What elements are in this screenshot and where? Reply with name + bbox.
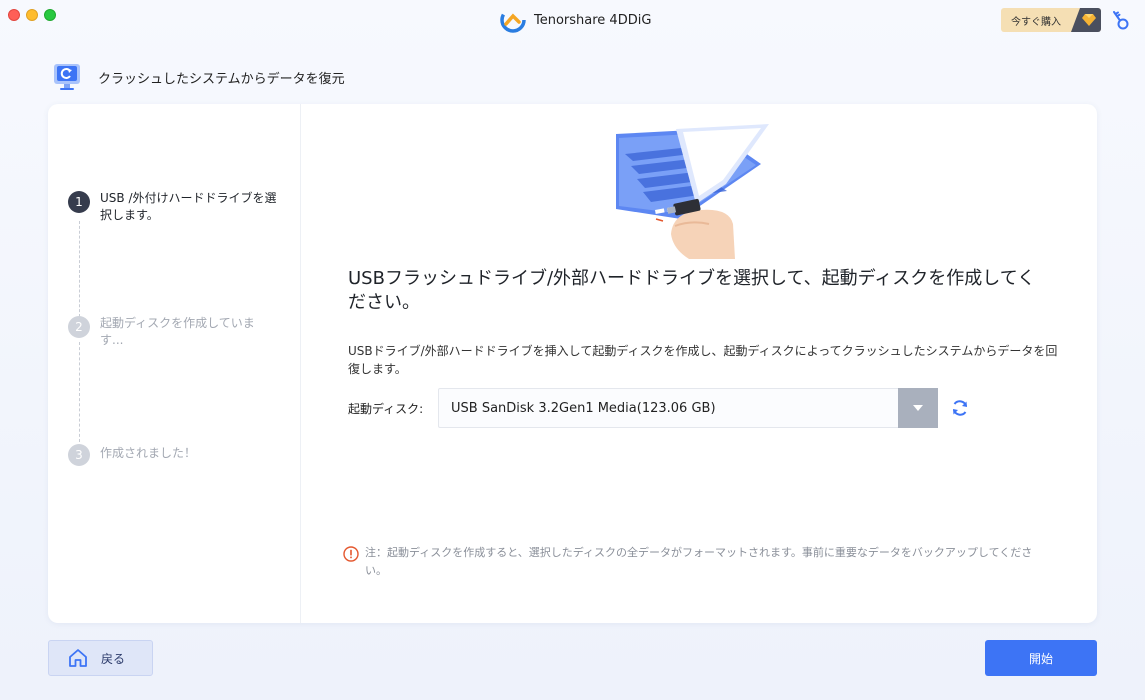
- buy-now-label: 今すぐ購入: [1011, 16, 1061, 28]
- disk-select[interactable]: USB SanDisk 3.2Gen1 Media(123.06 GB): [438, 388, 938, 428]
- warning-note-text: 注：起動ディスクを作成すると、選択したディスクの全データがフォーマットされます。…: [365, 546, 1033, 577]
- step-number: 2: [68, 316, 90, 338]
- main-content: USBフラッシュドライブ/外部ハードドライブを選択して、起動ディスクを作成してく…: [301, 104, 1097, 623]
- page-title: クラッシュしたシステムからデータを復元: [98, 71, 345, 87]
- window-maximize-button[interactable]: [44, 9, 56, 21]
- step-number: 3: [68, 444, 90, 466]
- app-title: Tenorshare 4DDiG: [500, 7, 651, 33]
- step-connector: [79, 221, 80, 317]
- step-label: 作成されました！: [100, 446, 197, 460]
- gem-icon: [1071, 8, 1101, 32]
- chevron-down-icon: [913, 405, 923, 411]
- step-1: 1 USB /外付けハードドライブを選択します。: [68, 190, 280, 224]
- start-button[interactable]: 開始: [985, 640, 1097, 676]
- window-minimize-button[interactable]: [26, 9, 38, 21]
- steps-sidebar: 1 USB /外付けハードドライブを選択します。 2 起動ディスクを作成していま…: [48, 104, 301, 623]
- app-logo-icon: [500, 7, 526, 33]
- page-header: クラッシュしたシステムからデータを復元: [52, 62, 345, 92]
- buy-now-button[interactable]: 今すぐ購入: [1001, 8, 1101, 32]
- main-card: 1 USB /外付けハードドライブを選択します。 2 起動ディスクを作成していま…: [48, 104, 1097, 623]
- back-button[interactable]: 戻る: [48, 640, 153, 676]
- disk-dropdown-button[interactable]: [898, 388, 938, 428]
- disk-label: 起動ディスク:: [348, 401, 424, 416]
- disk-row: 起動ディスク: USB SanDisk 3.2Gen1 Media(123.06…: [348, 388, 970, 428]
- home-icon: [69, 649, 87, 667]
- title-bar: Tenorshare 4DDiG 今すぐ購入: [0, 0, 1145, 38]
- disk-select-value: USB SanDisk 3.2Gen1 Media(123.06 GB): [451, 400, 716, 416]
- monitor-restore-icon: [54, 64, 80, 90]
- step-label: 起動ディスクを作成していま す...: [100, 316, 255, 347]
- start-button-label: 開始: [1028, 651, 1053, 666]
- back-button-label: 戻る: [101, 651, 126, 666]
- laptop-usb-illustration: [616, 124, 769, 259]
- window-close-button[interactable]: [8, 9, 20, 21]
- step-number: 1: [68, 191, 90, 213]
- step-2: 2 起動ディスクを作成していま す...: [68, 315, 265, 349]
- main-title: USBフラッシュドライブ/外部ハードドライブを選択して、起動ディスクを作成してく…: [348, 268, 1036, 313]
- main-description: USBドライブ/外部ハードドライブを挿入して起動ディスクを作成し、起動ディスクに…: [348, 344, 1058, 376]
- app-title-text: Tenorshare 4DDiG: [534, 12, 652, 28]
- refresh-icon[interactable]: [950, 398, 970, 418]
- warning-note: 注：起動ディスクを作成すると、選択したディスクの全データがフォーマットされます。…: [343, 544, 1043, 580]
- step-connector: [79, 342, 80, 442]
- key-icon[interactable]: [1110, 9, 1130, 31]
- step-3: 3 作成されました！: [68, 443, 280, 466]
- warning-icon: [343, 546, 359, 562]
- step-label: USB /外付けハードドライブを選択します。: [100, 191, 277, 222]
